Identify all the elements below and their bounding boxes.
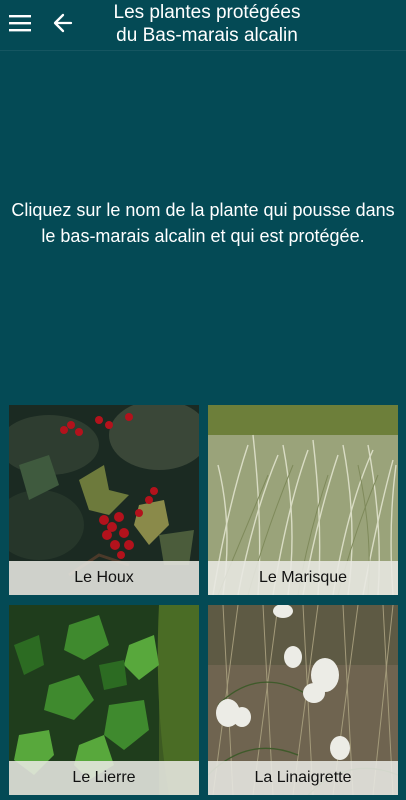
plant-label-marisque[interactable]: Le Marisque [208, 561, 398, 595]
plant-card-houx[interactable]: Le Houx [9, 405, 199, 595]
plant-label-linaigrette[interactable]: La Linaigrette [208, 761, 398, 795]
plant-label-lierre[interactable]: Le Lierre [9, 761, 199, 795]
page-title: Les plantes protégées du Bas-marais alca… [80, 1, 334, 47]
plant-card-linaigrette[interactable]: La Linaigrette [208, 605, 398, 795]
plant-card-lierre[interactable]: Le Lierre [9, 605, 199, 795]
plant-card-marisque[interactable]: Le Marisque [208, 405, 398, 595]
back-button[interactable] [49, 9, 77, 37]
page-title-line2: du Bas-marais alcalin [116, 25, 298, 46]
app-screen: Les plantes protégées du Bas-marais alca… [0, 0, 406, 800]
hamburger-menu-icon [9, 15, 31, 32]
top-app-bar: Les plantes protégées du Bas-marais alca… [0, 0, 406, 51]
menu-button[interactable] [6, 9, 34, 37]
instruction-text: Cliquez sur le nom de la plante qui pous… [11, 200, 395, 246]
page-title-line1: Les plantes protégées [113, 2, 301, 23]
plant-label-houx[interactable]: Le Houx [9, 561, 199, 595]
arrow-left-icon [53, 13, 73, 33]
